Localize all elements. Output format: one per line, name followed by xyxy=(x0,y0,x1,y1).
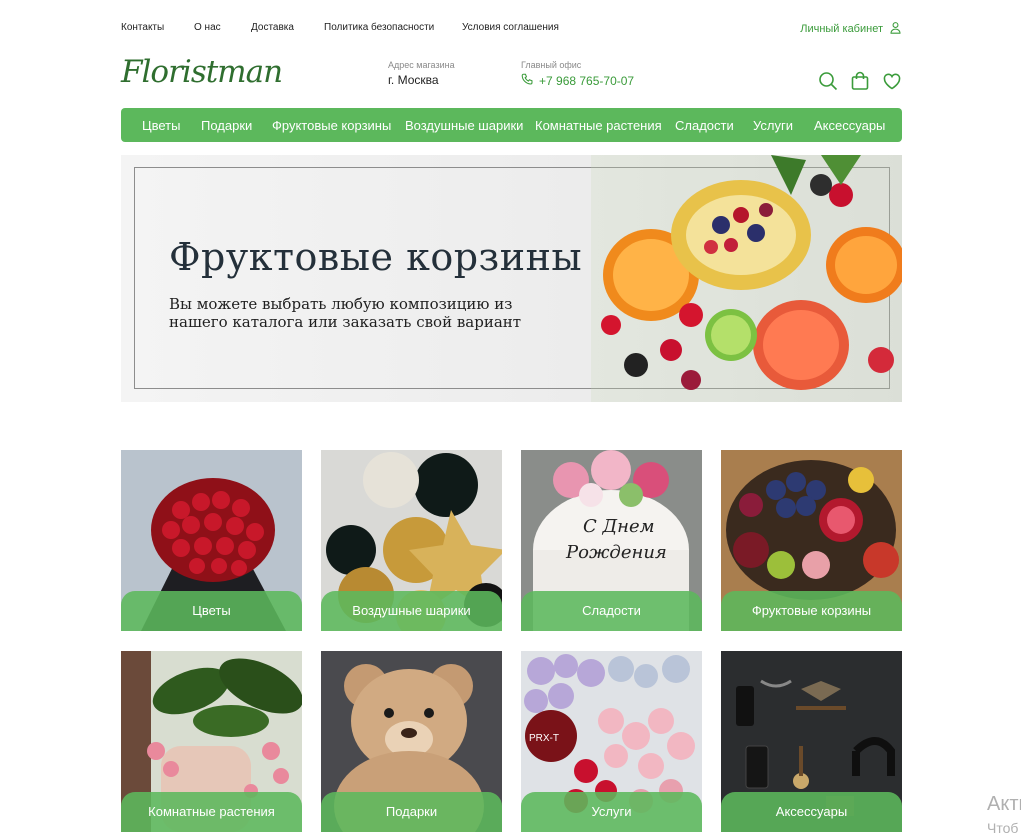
top-bar: Контакты О нас Доставка Политика безопас… xyxy=(121,22,902,36)
nav-item-fruit-baskets[interactable]: Фруктовые корзины xyxy=(272,118,391,133)
top-link-contacts[interactable]: Контакты xyxy=(121,22,164,33)
phone-icon xyxy=(521,73,534,89)
account-label: Личный кабинет xyxy=(800,23,883,35)
svg-text:Рождения: Рождения xyxy=(565,542,667,563)
user-icon xyxy=(889,21,902,37)
category-card-balloons[interactable]: Воздушные шарики xyxy=(321,450,502,631)
category-card-houseplants[interactable]: Комнатные растения xyxy=(121,651,302,832)
top-link-privacy[interactable]: Политика безопасности xyxy=(324,22,434,33)
nav-item-services[interactable]: Услуги xyxy=(753,118,793,133)
main-office: Главный офис +7 968 765-70-07 xyxy=(521,60,634,89)
category-card-sweets[interactable]: С Днем Рождения Сладости xyxy=(521,450,702,631)
category-card-fruit-baskets[interactable]: Фруктовые корзины xyxy=(721,450,902,631)
address-value: г. Москва xyxy=(388,73,439,87)
watermark-line1: Акти xyxy=(987,793,1021,815)
banner-text: Вы можете выбрать любую композицию из на… xyxy=(169,295,522,331)
category-card-accessories[interactable]: Аксессуары xyxy=(721,651,902,832)
svg-text:С Днем: С Днем xyxy=(583,516,655,537)
office-label: Главный офис xyxy=(521,60,582,70)
heart-icon[interactable] xyxy=(882,71,902,91)
office-phone-link[interactable]: +7 968 765-70-07 xyxy=(521,73,634,89)
fruit-image xyxy=(591,155,902,402)
nav-item-sweets[interactable]: Сладости xyxy=(675,118,734,133)
category-card-flowers[interactable]: Цветы xyxy=(121,450,302,631)
top-link-terms[interactable]: Условия соглашения xyxy=(462,22,559,33)
promo-banner[interactable]: Фруктовые корзины Вы можете выбрать любу… xyxy=(121,155,902,402)
category-label: Воздушные шарики xyxy=(321,591,502,631)
office-phone: +7 968 765-70-07 xyxy=(539,74,635,88)
category-label: Услуги xyxy=(521,792,702,832)
category-label: Фруктовые корзины xyxy=(721,591,902,631)
category-card-services[interactable]: PRX-T Услуги xyxy=(521,651,702,832)
store-address: Адрес магазина г. Москва xyxy=(388,60,455,87)
nav-item-gifts[interactable]: Подарки xyxy=(201,118,252,133)
svg-text:PRX-T: PRX-T xyxy=(529,733,559,744)
account-link[interactable]: Личный кабинет xyxy=(800,21,902,37)
logo[interactable]: Floristman xyxy=(121,54,283,90)
nav-item-accessories[interactable]: Аксессуары xyxy=(814,118,885,133)
category-label: Подарки xyxy=(321,792,502,832)
header: Floristman Адрес магазина г. Москва Глав… xyxy=(121,54,902,94)
nav-item-houseplants[interactable]: Комнатные растения xyxy=(535,118,662,133)
cart-icon[interactable] xyxy=(850,71,870,91)
category-label: Комнатные растения xyxy=(121,792,302,832)
top-link-about[interactable]: О нас xyxy=(194,22,221,33)
top-link-delivery[interactable]: Доставка xyxy=(251,22,294,33)
banner-title: Фруктовые корзины xyxy=(169,235,583,279)
nav-item-flowers[interactable]: Цветы xyxy=(142,118,180,133)
activation-watermark: Акти Чтоб xyxy=(987,792,1021,836)
nav-item-balloons[interactable]: Воздушные шарики xyxy=(405,118,523,133)
watermark-line2: Чтоб xyxy=(987,820,1019,836)
category-card-gifts[interactable]: Подарки xyxy=(321,651,502,832)
category-label: Цветы xyxy=(121,591,302,631)
header-icons xyxy=(818,71,902,91)
search-icon[interactable] xyxy=(818,71,838,91)
main-nav: Цветы Подарки Фруктовые корзины Воздушны… xyxy=(121,108,902,142)
address-label: Адрес магазина xyxy=(388,60,455,70)
category-label: Аксессуары xyxy=(721,792,902,832)
category-label: Сладости xyxy=(521,591,702,631)
